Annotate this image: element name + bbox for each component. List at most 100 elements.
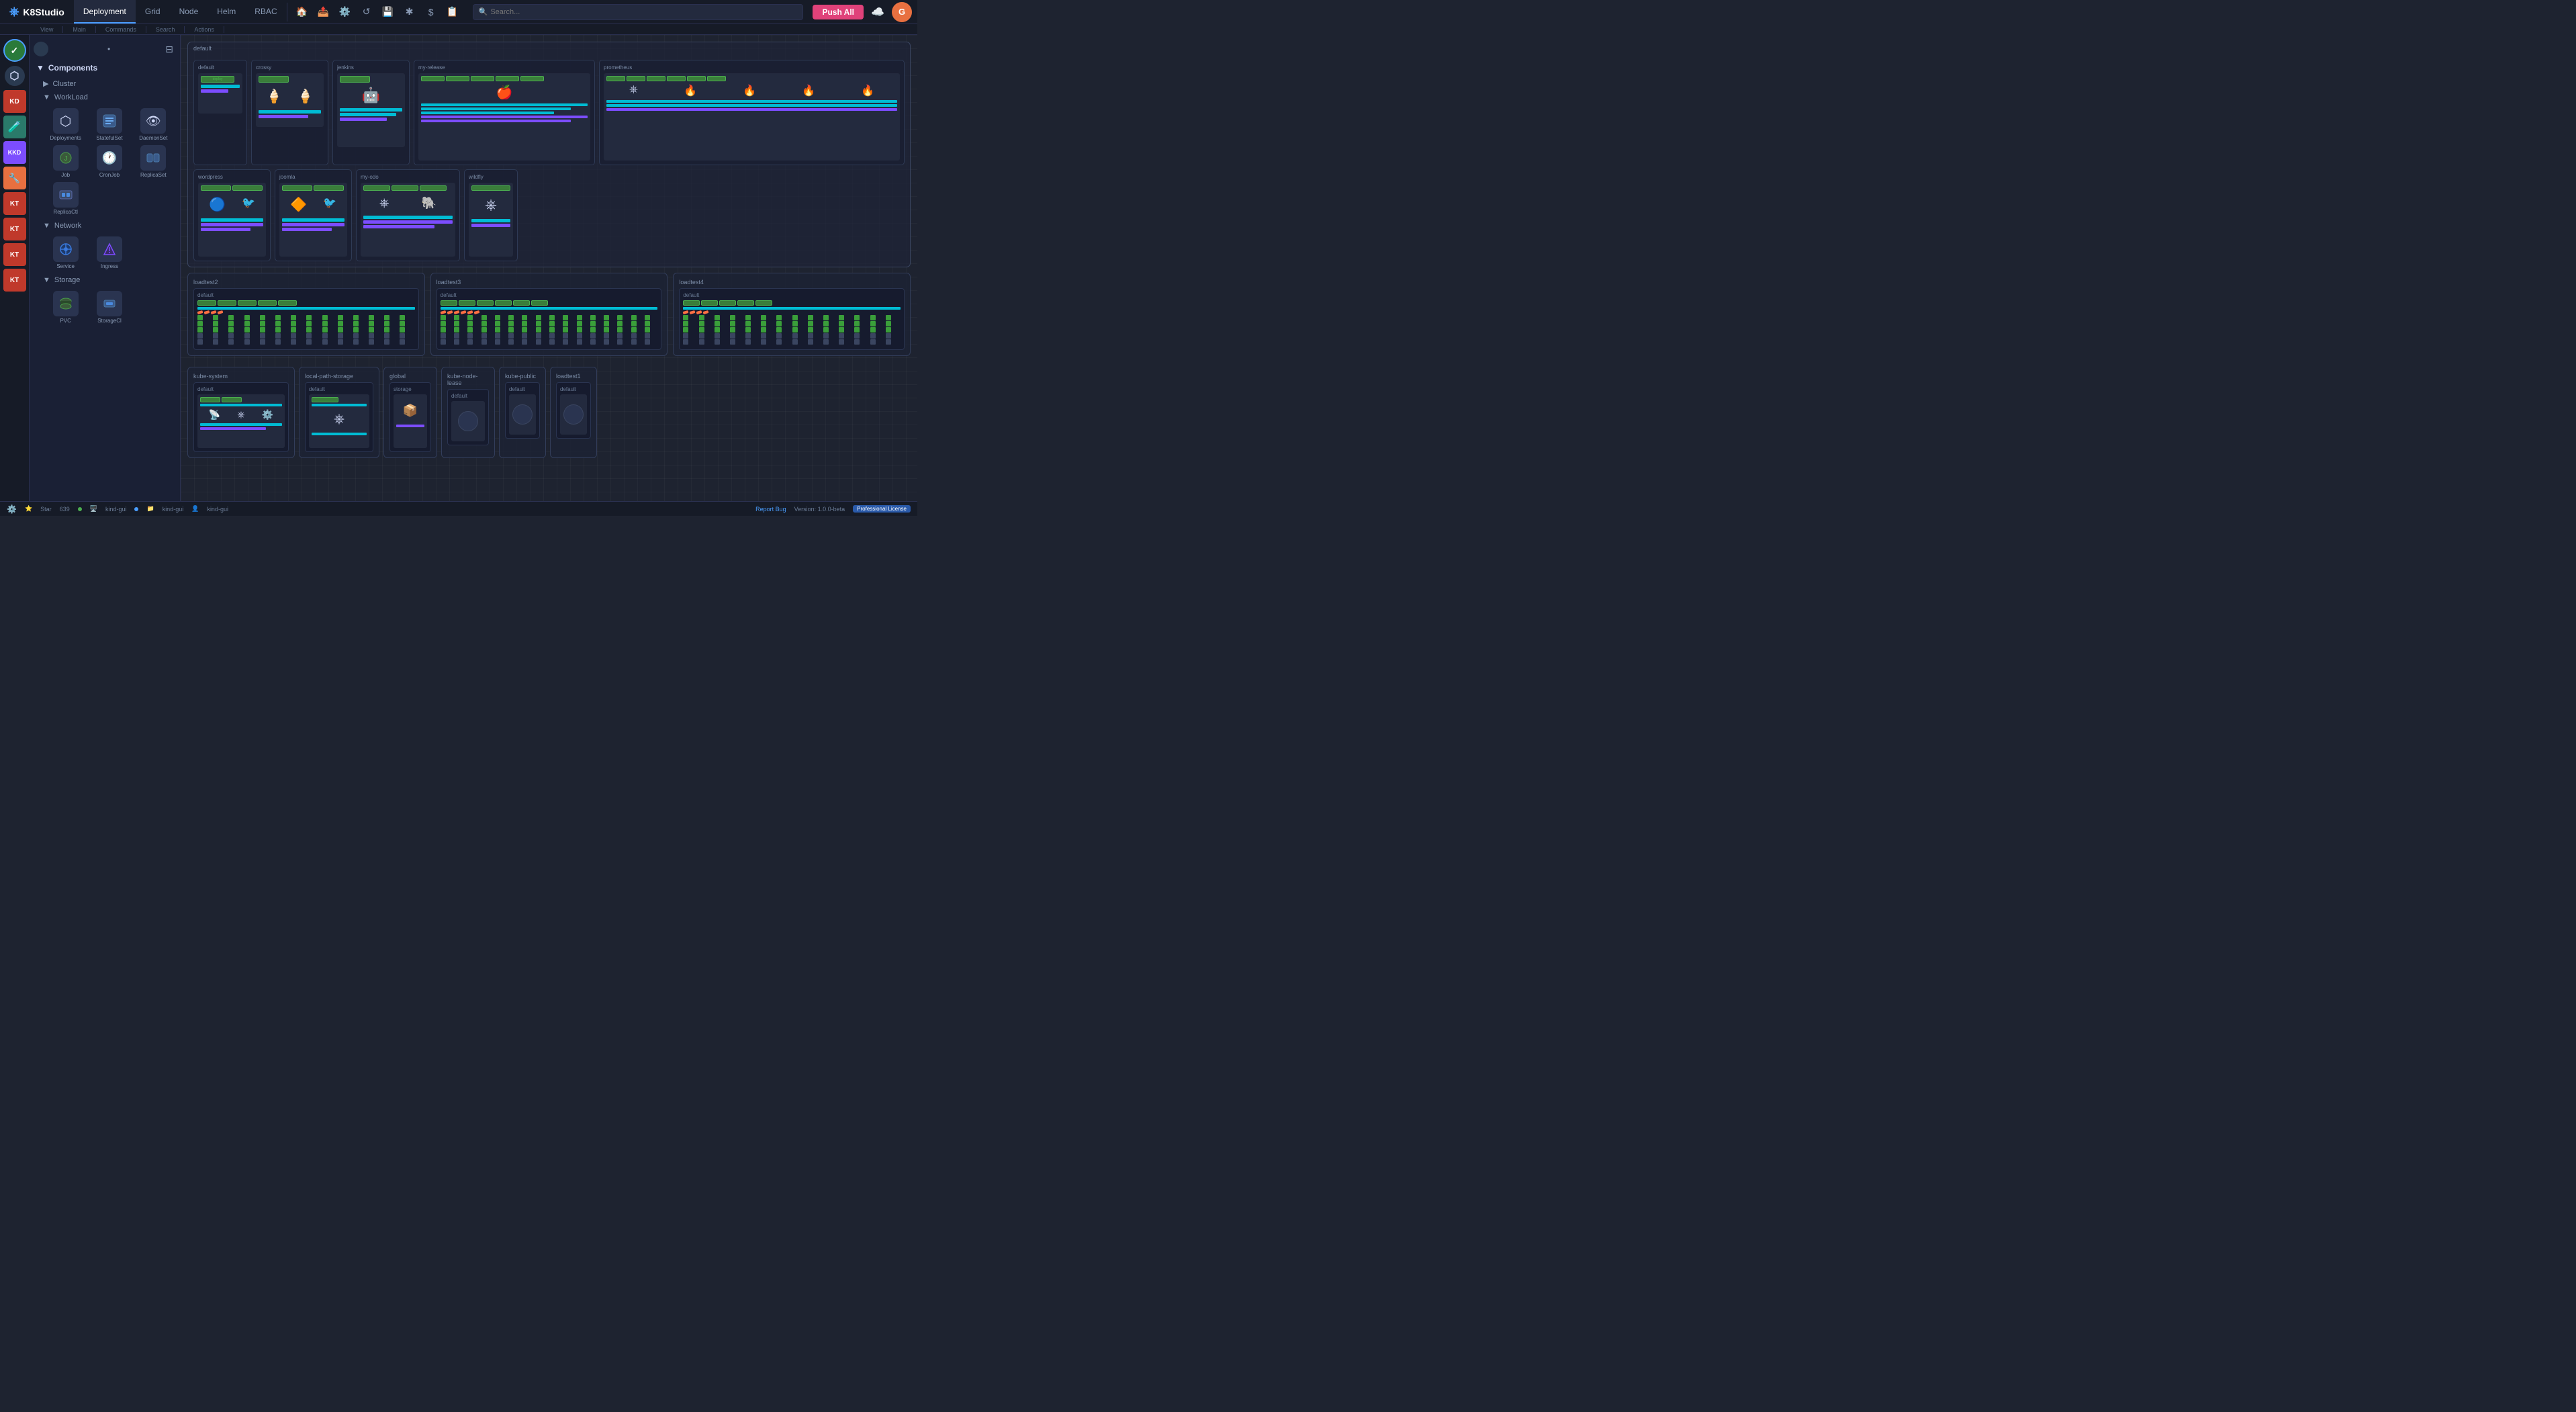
ns-card-my-odo[interactable]: my-odo ⎈ 🐘 (356, 169, 460, 261)
ns-loadtest3: loadtest3 default (430, 273, 668, 356)
kube-node-lease-default: default (447, 389, 489, 445)
kkd-label: KKD (8, 149, 21, 156)
small-ns-row: kube-system default 📡 ⎈ (187, 367, 911, 458)
component-pvc[interactable]: PVC (46, 291, 85, 324)
settings-icon[interactable]: ⚙️ (336, 3, 355, 21)
cluster-dot (78, 507, 82, 511)
cluster-arrow: ▶ (43, 79, 48, 88)
ns-card-jenkins-label: jenkins (337, 64, 405, 71)
report-bug-link[interactable]: Report Bug (755, 506, 786, 513)
ns-card-wordpress[interactable]: wordpress 🔵 🐦 (193, 169, 271, 261)
component-cronjob[interactable]: 🕐 CronJob (89, 145, 129, 178)
sidebar-item-kt4[interactable]: KT (3, 269, 26, 292)
loadtest3-label: loadtest3 (436, 279, 662, 285)
sidebar-item-flask[interactable]: 🧪 (3, 116, 26, 138)
service-label: Service (56, 263, 75, 269)
sidebar-item-kt3[interactable]: KT (3, 243, 26, 266)
search-bar[interactable]: 🔍 (473, 4, 804, 20)
kube-system-default-label: default (197, 386, 285, 392)
svg-text:J: J (64, 155, 67, 163)
terminal-icon[interactable]: $ (422, 3, 441, 21)
ns-local-path-storage: local-path-storage default ⎈ (299, 367, 379, 458)
push-all-button[interactable]: Push All (813, 5, 864, 19)
local-path-default: default ⎈ (305, 382, 373, 452)
network-section[interactable]: ▼ Network (30, 219, 180, 232)
storage-section[interactable]: ▼ Storage (30, 273, 180, 287)
ns-default-row1: default deploy (193, 60, 905, 165)
sidebar-item-kt2[interactable]: KT (3, 218, 26, 240)
component-service[interactable]: Service (46, 236, 85, 269)
component-ingress[interactable]: Ingress (89, 236, 129, 269)
tab-deployment[interactable]: Deployment (74, 0, 136, 24)
workload-grid: ⬡ Deployments StatefulSet 👁 DaemonSet J … (30, 104, 180, 219)
mini-canvas-jenkins: 🤖 (337, 73, 405, 147)
component-daemonset[interactable]: 👁 DaemonSet (134, 108, 173, 141)
replicactl-icon (53, 182, 79, 208)
loadtest2-label: loadtest2 (193, 279, 419, 285)
refresh-icon[interactable]: ↺ (357, 3, 376, 21)
sidebar-item-check[interactable]: ✓ (3, 39, 26, 62)
panel-avatar (34, 42, 48, 56)
ns-card-wildfly-label: wildfly (469, 174, 513, 180)
sidebar-item-grid[interactable]: ⬡ (3, 64, 26, 87)
settings-gear-icon[interactable]: ⚙️ (7, 504, 17, 514)
ns-card-joomla[interactable]: joomla 🔶 🐦 (275, 169, 352, 261)
component-deployments[interactable]: ⬡ Deployments (46, 108, 85, 141)
view-label: View (0, 26, 63, 33)
main-canvas[interactable]: default default deploy (181, 35, 917, 501)
component-storagecl[interactable]: StorageCl (89, 291, 129, 324)
cronjob-label: CronJob (99, 172, 120, 178)
log-icon[interactable]: 📋 (443, 3, 462, 21)
flask-icon: 🧪 (8, 120, 21, 134)
ns-card-crossy[interactable]: crossy 🍦 🍦 (251, 60, 328, 165)
loadtest4-pods (683, 315, 901, 345)
sidebar-item-tools[interactable]: 🔧 (3, 167, 26, 189)
tab-node[interactable]: Node (170, 0, 208, 24)
sidebar-item-kt1[interactable]: KT (3, 192, 26, 215)
star-icon: ⭐ (25, 505, 32, 513)
ns-group-default: default default deploy (187, 42, 911, 267)
cluster-section[interactable]: ▶ Cluster (30, 77, 180, 91)
tab-rbac[interactable]: RBAC (245, 0, 286, 24)
sidebar-item-kd[interactable]: KD (3, 90, 26, 113)
commands-label: Commands (96, 26, 146, 33)
filter-icon[interactable]: ⊟ (165, 44, 173, 55)
search-input[interactable] (490, 8, 797, 16)
ns-card-prometheus[interactable]: prometheus (599, 60, 905, 165)
statefulset-label: StatefulSet (96, 135, 122, 141)
home-icon[interactable]: 🏠 (293, 3, 312, 21)
logo: ⎈ K8Studio (0, 5, 74, 19)
component-statefulset[interactable]: StatefulSet (89, 108, 129, 141)
loadtest2-default: default (193, 288, 419, 350)
ns-card-my-release[interactable]: my-release (414, 60, 595, 165)
loadtest2-pods (197, 315, 415, 345)
network-arrow: ▼ (43, 222, 50, 230)
component-replicaset[interactable]: ReplicaSet (134, 145, 173, 178)
storagecl-icon (97, 291, 122, 316)
ns-kube-node-lease: kube-node-lease default (441, 367, 495, 458)
tab-helm[interactable]: Helm (208, 0, 245, 24)
component-replicactl[interactable]: ReplicaCtl (46, 182, 85, 215)
loadtest4-label: loadtest4 (679, 279, 905, 285)
component-job[interactable]: J Job (46, 145, 85, 178)
main-label: Main (63, 26, 96, 33)
components-header[interactable]: ▼ Components (30, 59, 180, 77)
workload-section[interactable]: ▼ WorkLoad (30, 91, 180, 104)
sidebar-item-kkd[interactable]: KKD (3, 141, 26, 164)
plugin-icon[interactable]: ✱ (400, 3, 419, 21)
user-avatar[interactable]: G (892, 2, 912, 22)
kd-label: KD (9, 98, 19, 105)
global-default: storage 📦 (389, 382, 431, 452)
job-label: Job (61, 172, 70, 178)
cloud-icon[interactable]: ☁️ (868, 2, 888, 22)
ns-card-jenkins[interactable]: jenkins 🤖 (332, 60, 410, 165)
network-label: Network (54, 222, 81, 230)
sub-nav: View Main Commands Search Actions (0, 24, 917, 35)
ns-card-wildfly[interactable]: wildfly ⎈ (464, 169, 518, 261)
ns-kube-system: kube-system default 📡 ⎈ (187, 367, 295, 458)
tab-grid[interactable]: Grid (136, 0, 170, 24)
save-icon[interactable]: 💾 (379, 3, 398, 21)
cluster-label: Cluster (52, 80, 76, 88)
upload-icon[interactable]: 📤 (314, 3, 333, 21)
ns-card-default[interactable]: default deploy (193, 60, 247, 165)
